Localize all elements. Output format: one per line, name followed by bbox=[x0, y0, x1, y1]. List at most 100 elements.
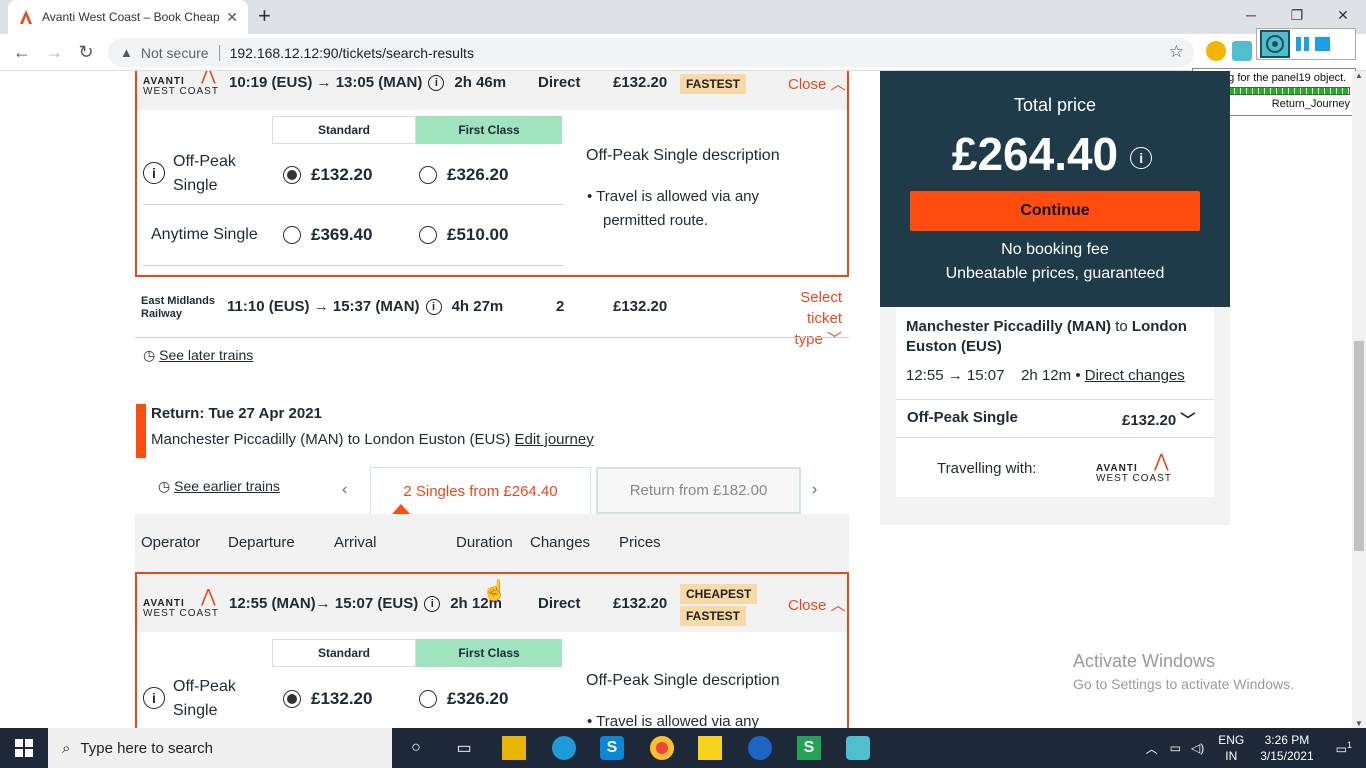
continue-button[interactable]: Continue bbox=[910, 191, 1200, 231]
info-icon[interactable]: i bbox=[428, 75, 445, 92]
radio[interactable] bbox=[419, 226, 437, 244]
direct-changes-link[interactable]: Direct changes bbox=[1085, 367, 1185, 384]
reload-icon[interactable]: ↻ bbox=[74, 40, 98, 64]
stop-icon[interactable] bbox=[1315, 37, 1330, 51]
info-icon[interactable]: i bbox=[1130, 146, 1153, 169]
spreadsheet-app-icon[interactable]: S bbox=[797, 736, 821, 760]
scrollbar-thumb[interactable] bbox=[1354, 341, 1364, 551]
language-indicator[interactable]: ENG IN bbox=[1218, 732, 1244, 764]
browser-tab-strip: Avanti West Coast – Book Cheap ✕ + ─ ❐ ✕ bbox=[0, 0, 1366, 34]
total-price-value: £264.40 i bbox=[880, 127, 1230, 181]
see-later-trains-link[interactable]: ◷ See later trains bbox=[143, 347, 253, 364]
skype-icon[interactable]: S bbox=[600, 736, 624, 760]
edge-icon[interactable] bbox=[552, 736, 576, 760]
warning-icon: ▲ bbox=[120, 45, 133, 60]
sticky-notes-icon[interactable] bbox=[698, 736, 722, 760]
chevron-down-icon[interactable]: ﹀ bbox=[1180, 412, 1195, 429]
browser-tab[interactable]: Avanti West Coast – Book Cheap ✕ bbox=[8, 0, 248, 34]
close-link[interactable]: Close ︿ bbox=[788, 594, 846, 615]
divider bbox=[896, 437, 1214, 438]
total-price-label: Total price bbox=[1013, 95, 1097, 115]
forward-icon[interactable]: → bbox=[42, 40, 66, 64]
see-earlier-trains-link[interactable]: ◷ See earlier trains bbox=[158, 478, 280, 495]
chrome-icon[interactable] bbox=[650, 736, 674, 760]
info-icon[interactable]: i bbox=[143, 687, 165, 709]
radio[interactable] bbox=[283, 226, 301, 244]
offpeak-first-option[interactable]: £326.20 bbox=[419, 689, 508, 709]
show-hidden-icons-icon[interactable]: ︿ bbox=[1146, 740, 1158, 757]
offpeak-first-option[interactable]: £326.20 bbox=[419, 165, 508, 185]
info-icon[interactable]: i bbox=[143, 162, 165, 184]
notification-icon[interactable]: ▭1 bbox=[1336, 740, 1352, 756]
extensions bbox=[1206, 41, 1252, 61]
activate-windows-watermark: Activate Windows Go to Settings to activ… bbox=[1073, 651, 1294, 692]
uipath-extension-icon[interactable] bbox=[1232, 41, 1252, 61]
tab-return-fare[interactable]: Return from £182.00 bbox=[596, 467, 801, 514]
outbound-selected-journey: AVANTI WEST COAST ⋀ 10:19 (EUS) → 13:05 … bbox=[135, 71, 849, 277]
journey-times: 11:10 (EUS) → 15:37 (MAN) i 4h 27m bbox=[227, 298, 504, 316]
cortana-icon[interactable]: ○ bbox=[404, 736, 428, 760]
bookmark-star-icon[interactable]: ☆ bbox=[1169, 42, 1184, 62]
minimize-button[interactable]: ─ bbox=[1228, 0, 1274, 30]
network-icon[interactable]: ▭ bbox=[1170, 741, 1181, 755]
offpeak-fare-label: Off-Peak Single bbox=[173, 153, 236, 194]
column-operator: Operator bbox=[141, 534, 201, 551]
total-price-panel: Total price £264.40 i Continue No booking… bbox=[880, 71, 1230, 307]
summary-fare-price[interactable]: £132.20 ﹀ bbox=[1122, 409, 1195, 430]
close-link[interactable]: Close ︿ bbox=[788, 73, 846, 94]
close-window-button[interactable]: ✕ bbox=[1320, 0, 1366, 30]
price-value: £132.20 bbox=[613, 74, 668, 91]
tab-close-icon[interactable]: ✕ bbox=[226, 9, 238, 26]
page-scrollbar[interactable]: ▲ ▼ bbox=[1352, 71, 1366, 728]
pause-icon[interactable] bbox=[1296, 37, 1309, 51]
address-bar[interactable]: ▲ Not secure 192.168.12.12:90/tickets/se… bbox=[108, 38, 1194, 67]
task-view-icon[interactable]: ▭ bbox=[452, 736, 476, 760]
file-explorer-icon[interactable] bbox=[502, 736, 526, 760]
offpeak-standard-option[interactable]: £132.20 bbox=[283, 689, 372, 709]
extension-icon[interactable] bbox=[1206, 41, 1226, 61]
info-icon[interactable]: i bbox=[425, 299, 442, 316]
system-tray: ︿ ▭ ◁) ENG IN 3:26 PM 3/15/2021 ▭1 bbox=[1146, 728, 1366, 768]
radio[interactable] bbox=[419, 166, 437, 184]
radio-selected[interactable] bbox=[283, 166, 301, 184]
journey-times: 12:55 (MAN)→ 15:07 (EUS) i 2h 12m bbox=[229, 595, 502, 613]
divider bbox=[143, 204, 563, 205]
fastest-badge: FASTEST bbox=[680, 74, 747, 94]
offpeak-standard-option[interactable]: £132.20 bbox=[283, 165, 372, 185]
info-icon[interactable]: i bbox=[424, 596, 441, 613]
journey-times: 10:19 (EUS) → 13:05 (MAN) i 2h 46m bbox=[229, 74, 507, 92]
search-icon: ⌕ bbox=[62, 739, 71, 757]
anytime-standard-option[interactable]: £369.40 bbox=[283, 225, 372, 245]
radio-selected[interactable] bbox=[283, 690, 301, 708]
maximize-button[interactable]: ❐ bbox=[1274, 0, 1320, 30]
tab-title: Avanti West Coast – Book Cheap bbox=[42, 10, 220, 24]
chevron-left-icon[interactable]: ‹ bbox=[342, 481, 347, 499]
robot-icon[interactable] bbox=[1260, 30, 1290, 58]
divider bbox=[143, 265, 563, 266]
scroll-down-icon[interactable]: ▼ bbox=[1355, 719, 1363, 728]
back-icon[interactable]: ← bbox=[10, 40, 34, 64]
radio[interactable] bbox=[419, 690, 437, 708]
select-ticket-type-link[interactable]: Select ticket type ﹀ bbox=[762, 287, 842, 350]
avanti-logo: AVANTI WEST COAST ⋀ bbox=[143, 586, 219, 619]
cheapest-badge: CHEAPEST bbox=[680, 584, 758, 604]
scroll-up-icon[interactable]: ▲ bbox=[1355, 71, 1363, 80]
clock[interactable]: 3:26 PM 3/15/2021 bbox=[1260, 732, 1313, 764]
standard-class-header: Standard bbox=[272, 639, 416, 667]
outlook-icon[interactable] bbox=[748, 736, 772, 760]
windows-start-icon[interactable] bbox=[12, 736, 36, 760]
chevron-right-icon[interactable]: › bbox=[812, 481, 817, 499]
anytime-first-option[interactable]: £510.00 bbox=[419, 225, 508, 245]
price-guarantee: Unbeatable prices, guaranteed bbox=[945, 265, 1165, 282]
uipath-assistant-icon[interactable] bbox=[846, 736, 870, 760]
divider bbox=[218, 44, 220, 61]
volume-icon[interactable]: ◁) bbox=[1191, 741, 1204, 755]
column-changes: Changes bbox=[530, 534, 591, 551]
column-prices: Prices bbox=[619, 534, 661, 551]
url-text[interactable]: 192.168.12.12:90/tickets/search-results bbox=[230, 45, 474, 61]
fastest-badge: FASTEST bbox=[680, 606, 747, 626]
edit-journey-link[interactable]: Edit journey bbox=[514, 431, 593, 448]
new-tab-button[interactable]: + bbox=[258, 5, 271, 27]
browser-toolbar: ← → ↻ ▲ Not secure 192.168.12.12:90/tick… bbox=[0, 34, 1366, 71]
taskbar-search[interactable]: ⌕ Type here to search bbox=[48, 728, 392, 768]
